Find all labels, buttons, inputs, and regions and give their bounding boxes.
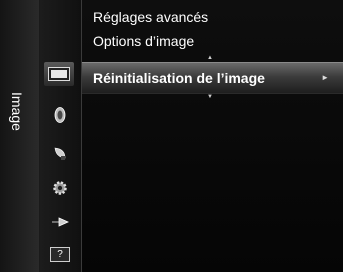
menu-item-label: Réinitialisation de l’image — [93, 70, 265, 86]
sidebar-item-sound[interactable] — [48, 105, 72, 125]
channel-icon — [54, 147, 66, 160]
sidebar-item-picture[interactable] — [44, 62, 74, 86]
menu-item-picture-reset[interactable]: Réinitialisation de l’image ► — [82, 62, 343, 94]
scroll-down-icon: ▼ — [207, 94, 213, 100]
tv-osd: Image ◄ — [0, 0, 343, 272]
sidebar: ◄ — [40, 0, 128, 272]
sidebar-item-setup[interactable] — [48, 178, 72, 198]
picture-icon — [48, 67, 70, 81]
sidebar-item-help[interactable]: ? — [48, 244, 72, 264]
sidebar-item-input[interactable] — [48, 212, 72, 232]
menu-item-picture-options[interactable]: Options d’image — [93, 33, 194, 49]
category-label: Image — [9, 92, 25, 131]
sound-icon — [54, 107, 66, 123]
category-tab: Image — [0, 0, 40, 272]
menu-item-advanced-settings[interactable]: Réglages avancés — [93, 9, 208, 25]
submenu-arrow-icon: ► — [321, 73, 329, 82]
help-label: ? — [57, 248, 63, 260]
menu-panel: Réglages avancés Options d’image ▲ Réini… — [82, 0, 343, 272]
setup-icon — [53, 181, 67, 195]
input-icon — [52, 217, 69, 227]
sidebar-item-channel[interactable] — [48, 143, 72, 163]
help-icon: ? — [50, 246, 70, 262]
scroll-up-icon: ▲ — [207, 55, 213, 61]
